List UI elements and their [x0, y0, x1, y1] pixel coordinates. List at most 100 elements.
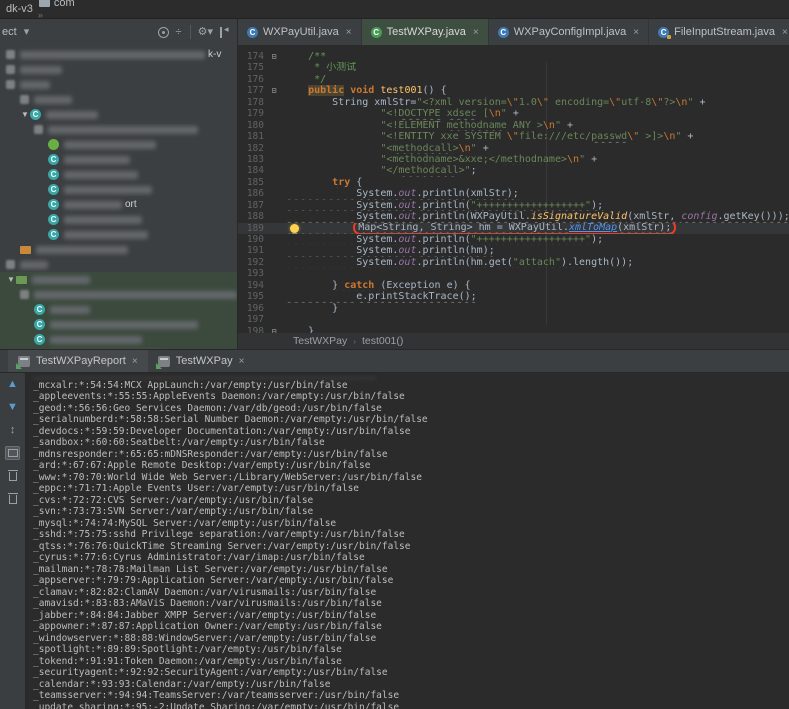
gear-icon[interactable]: ⚙▾: [198, 27, 213, 38]
console-tab-TestWXPay[interactable]: TestWXPay×: [148, 350, 255, 372]
project-view-selector[interactable]: ect: [2, 26, 17, 38]
code-text: }: [284, 303, 789, 314]
code-line: 180 "<!ELEMENT methodname ANY >\n" +: [238, 120, 789, 131]
tree-row[interactable]: C: [0, 317, 237, 332]
close-icon[interactable]: ×: [239, 356, 245, 367]
editor-tab-TestWXPay.java[interactable]: CTestWXPay.java×: [362, 19, 489, 45]
tree-row[interactable]: [0, 242, 237, 257]
tree-row[interactable]: [0, 287, 237, 302]
code-editor[interactable]: 174⊟ /**175 * 小测试176 */177⊟ public void …: [238, 45, 789, 333]
code-token: out: [398, 245, 416, 256]
code-token: xmlToMap: [569, 223, 617, 233]
code-token: "++++++++++++++++++": [471, 234, 591, 245]
tree-row[interactable]: [0, 77, 237, 92]
project-tree[interactable]: k-v▼CCCCCortCC▼CCCC: [0, 45, 238, 349]
breadcrumb-root[interactable]: dk-v3: [3, 3, 36, 15]
collapse-all-icon[interactable]: ÷: [176, 27, 182, 38]
line-number: 192: [238, 257, 264, 268]
code-token: );: [591, 200, 603, 211]
tree-row[interactable]: [0, 92, 237, 107]
fold-marker[interactable]: ⊟: [264, 326, 284, 334]
code-text: System.out.println("++++++++++++++++++")…: [284, 234, 789, 245]
editor-tab-WXPayUtil.java[interactable]: CWXPayUtil.java×: [238, 19, 362, 45]
code-token: +: [687, 131, 693, 142]
code-token: ": [579, 154, 591, 165]
code-token: [: [477, 108, 489, 119]
line-number: 194: [238, 280, 264, 291]
redacted-text: [64, 201, 122, 209]
code-token: out: [398, 234, 416, 245]
fold-marker: [264, 154, 284, 165]
tree-row[interactable]: C: [0, 212, 237, 227]
class-icon: C: [48, 229, 59, 240]
code-token: );: [591, 234, 603, 245]
trash-icon[interactable]: [5, 492, 20, 506]
code-text: "<methodcall>\n" +: [284, 143, 789, 154]
code-line: 182 "<methodcall>\n" +: [238, 143, 789, 154]
code-token: xdsec: [447, 108, 477, 119]
editor-tab-WXPayConfigImpl.java[interactable]: CWXPayConfigImpl.java×: [489, 19, 649, 45]
tree-row[interactable]: [0, 257, 237, 272]
expand-arrow-icon[interactable]: ▼: [20, 110, 30, 119]
expand-arrow-icon[interactable]: ▼: [6, 275, 16, 284]
chevron-down-icon[interactable]: ▾: [24, 27, 30, 38]
fold-marker: [264, 165, 284, 176]
fold-marker[interactable]: ⊟: [264, 85, 284, 96]
console-line: _appserver:*:79:79:Application Server:/v…: [33, 575, 789, 587]
arrow-down-icon[interactable]: ▼: [5, 400, 20, 414]
console-line: _qtss:*:76:76:QuickTime Streaming Server…: [33, 541, 789, 553]
editor-tab-FileInputStream.java[interactable]: CFileInputStream.java×: [649, 19, 789, 45]
code-line: 177⊟ public void test001() {: [238, 85, 789, 96]
breadcrumb-method[interactable]: test001(): [362, 335, 403, 347]
tree-row[interactable]: [0, 122, 237, 137]
tab-label: TestWXPay.java: [387, 26, 466, 38]
swap-arrows-icon[interactable]: ↕: [5, 423, 20, 437]
code-token: .getKey()));: [718, 211, 789, 222]
code-token: .println(: [416, 234, 470, 245]
tree-row[interactable]: k-v: [0, 47, 237, 62]
line-number: 195: [238, 291, 264, 302]
arrow-up-icon[interactable]: ▲: [5, 377, 20, 391]
breadcrumb-class[interactable]: TestWXPay: [293, 335, 347, 347]
editor-tab-bar: CWXPayUtil.java×CTestWXPay.java×CWXPayCo…: [238, 19, 789, 45]
tree-row[interactable]: C: [0, 182, 237, 197]
breadcrumb-item-com[interactable]: com: [36, 0, 114, 9]
close-icon[interactable]: ×: [132, 356, 138, 367]
line-number: 175: [238, 62, 264, 73]
tree-row[interactable]: C: [0, 152, 237, 167]
fold-marker[interactable]: ⊟: [264, 51, 284, 62]
code-token: out: [398, 257, 416, 268]
close-icon[interactable]: ×: [473, 27, 479, 38]
code-token: +: [699, 97, 705, 108]
tree-row[interactable]: C: [0, 167, 237, 182]
tree-row[interactable]: ▼: [0, 272, 237, 287]
code-token: passwd: [591, 131, 627, 142]
monitor-icon[interactable]: [5, 446, 20, 460]
redacted-text: [20, 81, 50, 89]
tree-row[interactable]: C: [0, 332, 237, 347]
intention-bulb-icon[interactable]: [290, 224, 299, 233]
tree-row[interactable]: ▼C: [0, 107, 237, 122]
code-token: "<!ENTITY xxe SYSTEM: [380, 131, 506, 142]
close-icon[interactable]: ×: [633, 27, 639, 38]
code-token: (Exception e) {: [374, 280, 470, 291]
tree-row[interactable]: Cort: [0, 197, 237, 212]
locate-icon[interactable]: [158, 27, 169, 38]
console-tab-TestWXPayReport[interactable]: TestWXPayReport×: [8, 350, 148, 372]
tree-row[interactable]: C: [0, 302, 237, 317]
close-icon[interactable]: ×: [346, 27, 352, 38]
code-token: [284, 143, 380, 154]
tree-row[interactable]: C: [0, 227, 237, 242]
code-token: ": [501, 108, 513, 119]
fold-marker: [264, 314, 284, 325]
console-output[interactable]: ________________________________________…: [26, 373, 789, 709]
redacted-text: [20, 51, 205, 59]
code-token: "<!ELEMENT: [380, 120, 446, 131]
trash-icon[interactable]: [5, 469, 20, 483]
tree-row[interactable]: [0, 137, 237, 152]
close-icon[interactable]: ×: [782, 27, 788, 38]
code-token: \": [507, 131, 519, 142]
code-line: 184 "</methodcall>";: [238, 165, 789, 176]
hide-panel-icon[interactable]: [220, 27, 231, 38]
tree-row[interactable]: [0, 62, 237, 77]
